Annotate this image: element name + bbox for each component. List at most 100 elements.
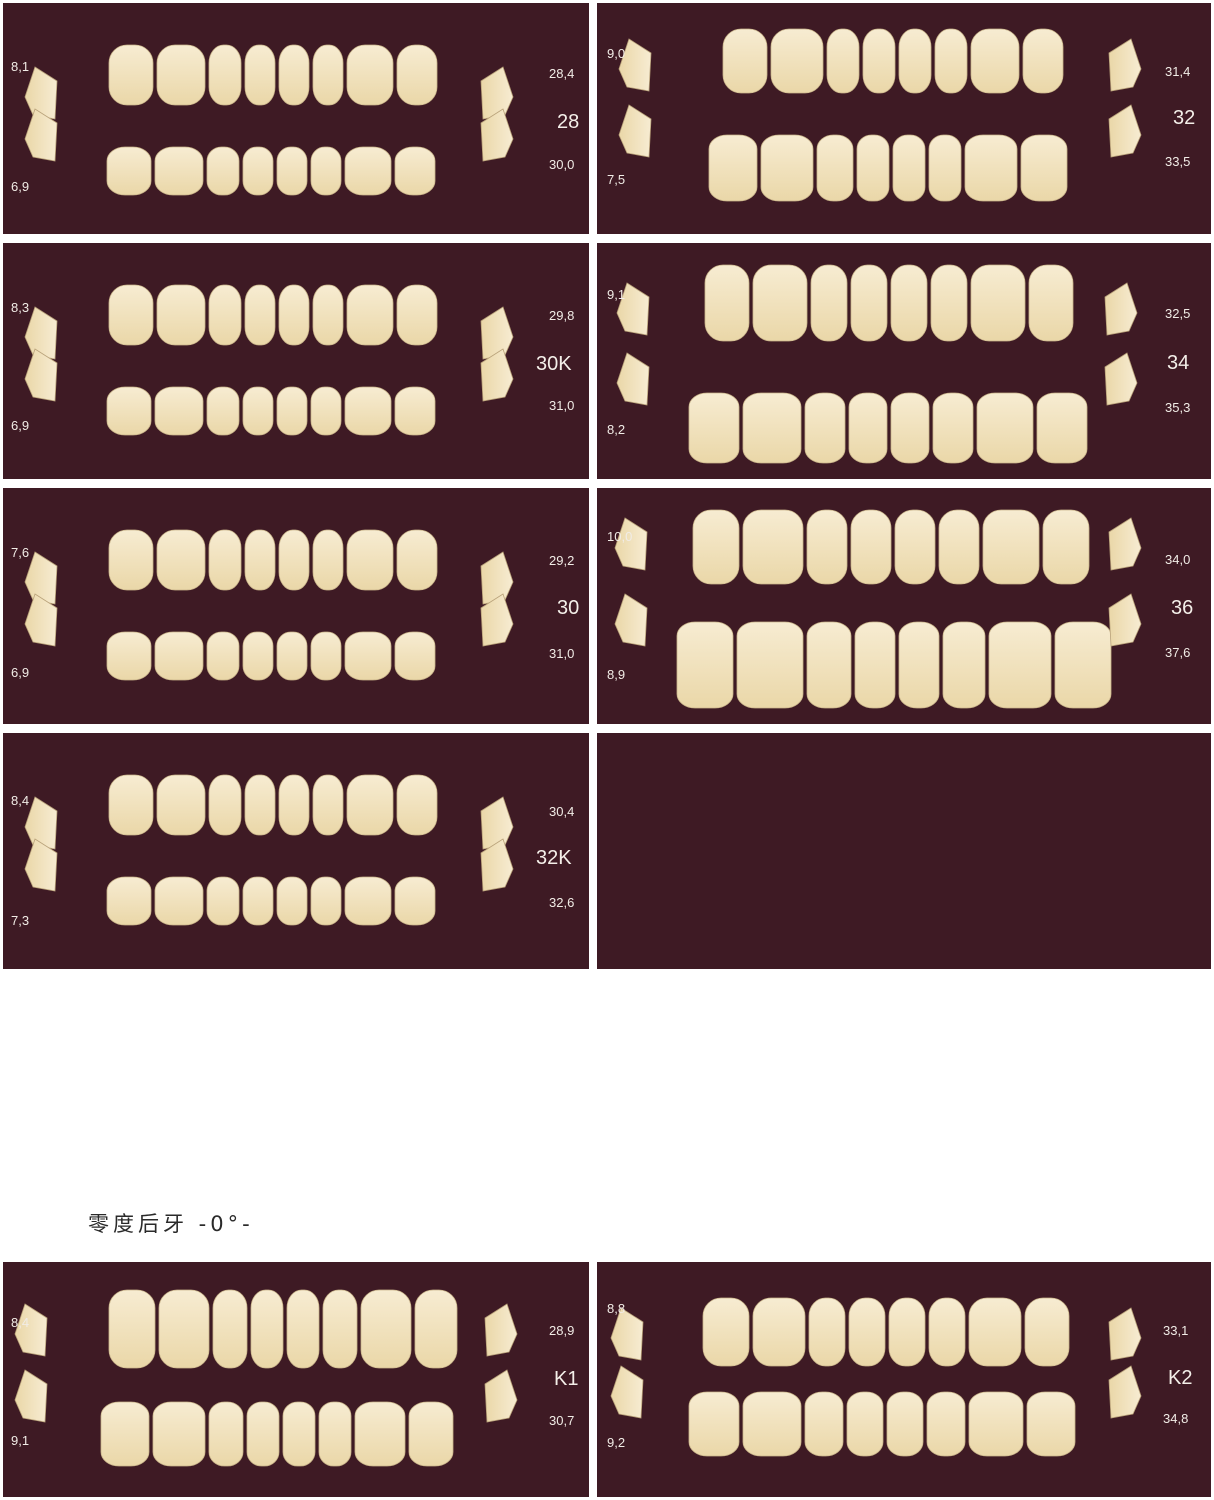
tooth-set-panel-36: 10,0 8,9 34,0 36 37,6 [597,488,1211,724]
right-lower-measure: 31,0 [549,646,575,661]
upper-tooth [346,529,394,591]
mould-code: K2 [1168,1367,1193,1389]
lower-tooth [152,1401,206,1467]
upper-tooth [396,44,438,106]
right-lower-measure: 35,3 [1165,400,1191,415]
lower-tooth [854,621,896,709]
upper-tooth [898,28,932,94]
mould-code: 32K [536,847,572,869]
upper-side-tooth [14,1303,48,1357]
lower-tooth [886,1391,924,1457]
upper-tooth [848,1297,886,1367]
upper-tooth [396,529,438,591]
lower-tooth [318,1401,352,1467]
lower-tooth [310,631,342,681]
upper-tooth [108,774,154,836]
upper-tooth [970,28,1020,94]
upper-tooth [752,264,808,342]
lower-tooth [154,631,204,681]
mould-code: 36 [1171,597,1194,619]
right-lower-measure: 30,7 [549,1413,575,1428]
upper-tooth [208,284,242,346]
upper-side-tooth [1108,1307,1142,1361]
section-title: 零度后牙 -0°- [88,1212,254,1236]
empty-panel [597,733,1211,969]
upper-side-tooth [24,551,58,605]
upper-tooth [156,44,206,106]
right-upper-measure: 28,9 [549,1323,575,1338]
upper-tooth [810,264,848,342]
upper-tooth [722,28,768,94]
right-upper-measure: 29,2 [549,553,575,568]
lower-tooth [942,621,986,709]
lower-side-tooth [1108,1365,1142,1419]
left-lower-measure: 8,2 [607,422,626,437]
upper-tooth [806,509,848,585]
lower-tooth [806,621,852,709]
mould-code: 30K [536,353,572,375]
tooth-set-panel-30K: 8,3 6,9 29,8 30K 31,0 [3,243,589,479]
upper-tooth [212,1289,248,1369]
upper-tooth [704,264,750,342]
lower-tooth [1020,134,1068,202]
lower-tooth [242,631,274,681]
lower-tooth [206,631,240,681]
left-upper-measure: 9,0 [607,46,626,61]
lower-tooth [688,392,740,464]
upper-tooth [278,44,310,106]
upper-side-tooth [1104,282,1138,336]
lower-tooth [100,1401,150,1467]
tooth-set-panel-K1: 8,4 9,1 28,9 K1 30,7 [3,1262,589,1497]
upper-tooth [346,284,394,346]
lower-tooth [926,1391,966,1457]
lower-tooth [708,134,758,202]
upper-tooth [244,774,276,836]
right-upper-measure: 30,4 [549,804,575,819]
left-upper-measure: 10,0 [607,529,633,544]
upper-tooth [244,44,276,106]
lower-tooth [154,876,204,926]
tooth-set-illustration [24,529,514,681]
lower-tooth [344,386,392,436]
lower-tooth [310,146,342,196]
lower-tooth [344,876,392,926]
upper-tooth [278,774,310,836]
upper-tooth [1042,509,1090,585]
tooth-set-panel-30: 7,6 6,9 29,2 30 31,0 [3,488,589,724]
upper-tooth [208,774,242,836]
upper-tooth [414,1289,458,1369]
upper-side-tooth [484,1303,518,1357]
lower-tooth [310,876,342,926]
tooth-set-illustration [14,1289,518,1467]
lower-tooth [1054,621,1112,709]
lower-tooth [676,621,734,709]
right-lower-measure: 34,8 [1163,1411,1189,1426]
lower-tooth [742,392,802,464]
right-upper-measure: 33,1 [1163,1323,1189,1338]
right-upper-measure: 32,5 [1165,306,1191,321]
upper-tooth [312,44,344,106]
lower-tooth [688,1391,740,1457]
upper-tooth [770,28,824,94]
right-upper-measure: 29,8 [549,308,575,323]
upper-tooth [396,774,438,836]
mould-code: 30 [557,597,580,619]
lower-tooth [394,876,436,926]
lower-side-tooth [618,104,652,158]
lower-side-tooth [1108,104,1142,158]
lower-tooth [242,146,274,196]
upper-tooth [1022,28,1064,94]
lower-tooth [310,386,342,436]
right-lower-measure: 30,0 [549,157,575,172]
left-lower-measure: 7,3 [11,913,30,928]
upper-tooth [244,284,276,346]
upper-tooth [968,1297,1022,1367]
upper-tooth [888,1297,926,1367]
lower-tooth [394,146,436,196]
upper-tooth [312,284,344,346]
lower-side-tooth [14,1369,48,1423]
lower-tooth [890,392,930,464]
lower-side-tooth [484,1369,518,1423]
lower-tooth [1026,1391,1076,1457]
lower-tooth [932,392,974,464]
